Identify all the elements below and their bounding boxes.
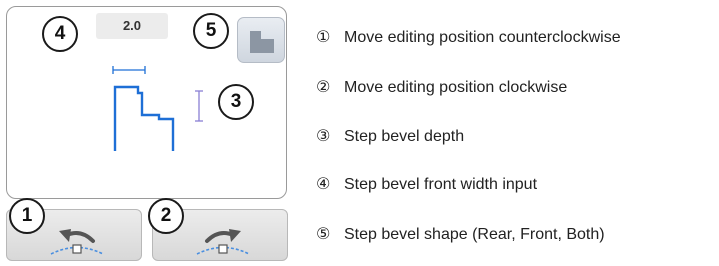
legend-item: ⑤ Step bevel shape (Rear, Front, Both) <box>316 224 605 244</box>
legend-item: ① Move editing position counterclockwise <box>316 27 621 47</box>
legend-text: Step bevel depth <box>344 128 465 145</box>
legend-number: ⑤ <box>316 224 331 243</box>
legend-item: ③ Step bevel depth <box>316 126 464 146</box>
legend-item: ④ Step bevel front width input <box>316 174 537 194</box>
front-width-input[interactable]: 2.0 <box>96 13 168 39</box>
rotate-clockwise-icon <box>196 229 250 255</box>
legend-text: Step bevel front width input <box>344 176 538 193</box>
legend-text: Move editing position clockwise <box>344 79 568 96</box>
callout-4: 4 <box>42 16 78 52</box>
step-bevel-shape-icon <box>250 31 274 53</box>
legend-item: ② Move editing position clockwise <box>316 77 567 97</box>
callout-2: 2 <box>148 198 184 234</box>
step-bevel-profile <box>113 85 175 151</box>
callout-5: 5 <box>193 13 229 49</box>
legend-number: ② <box>316 77 331 96</box>
callout-1: 1 <box>9 198 45 234</box>
legend-number: ③ <box>316 126 331 145</box>
legend-text: Step bevel shape (Rear, Front, Both) <box>344 226 605 243</box>
legend-text: Move editing position counterclockwise <box>344 29 621 46</box>
step-bevel-shape-button[interactable] <box>237 17 285 63</box>
rotate-counterclockwise-icon <box>50 229 104 255</box>
step-bevel-diagram <box>112 66 203 151</box>
legend-number: ① <box>316 27 331 46</box>
callout-3: 3 <box>218 84 254 120</box>
legend-number: ④ <box>316 174 331 193</box>
